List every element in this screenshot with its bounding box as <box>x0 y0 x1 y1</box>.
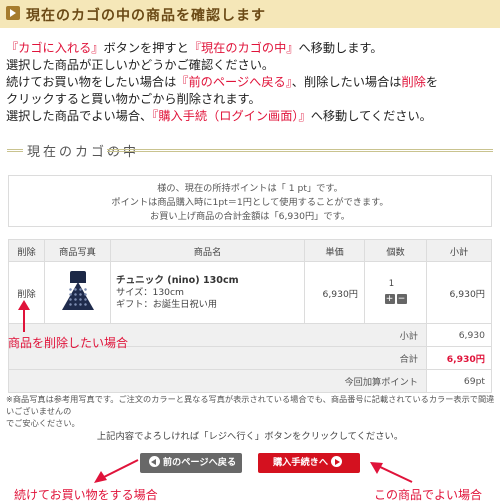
points-row: 今回加算ポイント 69pt <box>8 369 492 393</box>
page-header: 現在のカゴの中の商品を確認します <box>0 0 500 28</box>
product-photo[interactable] <box>58 269 98 313</box>
quantity-stepper: + − <box>365 293 426 304</box>
points-info-box: 様の、現在の所持ポイントは「 1 pt」です。 ポイントは商品購入時に1pt＝1… <box>8 175 492 227</box>
added-points-label: 今回加算ポイント <box>8 369 427 393</box>
back-button[interactable]: 前のページへ戻る <box>140 453 242 473</box>
arrow-shaft <box>101 459 139 479</box>
intro-text-3a: 続けてお買い物をしたい場合は <box>6 75 177 89</box>
qty-plus-button[interactable]: + <box>384 293 395 304</box>
intro-text-4: クリックすると買い物かごから削除されます。 <box>6 92 261 106</box>
arrow-shaft <box>377 465 413 483</box>
intro-cart-add-label: 『カゴに入れる』 <box>6 41 104 55</box>
col-header-subtotal: 小計 <box>426 239 492 262</box>
col-header-photo: 商品写真 <box>44 239 111 262</box>
intro-text-5a: 選択した商品でよい場合、 <box>6 109 153 123</box>
qty-cell: 1 + − <box>364 261 427 324</box>
intro-text-1b: ボタンを押すと <box>103 41 189 55</box>
arrow-head <box>18 300 30 310</box>
intro-text-5c: へ移動してください。 <box>310 109 432 123</box>
heading-rule-left <box>7 149 23 152</box>
checkout-button-label: 購入手続きへ <box>272 457 329 468</box>
ok-annotation-arrow <box>370 462 413 483</box>
page-title: 現在のカゴの中の商品を確認します <box>26 8 266 24</box>
qty-minus-button[interactable]: − <box>396 293 407 304</box>
confirm-instruction: 上記内容でよろしければ「レジへ行く」ボタンをクリックしてください。 <box>96 431 404 442</box>
col-header-price: 単価 <box>304 239 365 262</box>
product-gift: ギフト：お誕生日祝い用 <box>116 298 218 310</box>
photo-note: ※商品写真は参考用写真です。ご注文のカラーと異なる写真が表示されている場合でも、… <box>6 393 496 429</box>
intro-text-3e: を <box>425 75 439 89</box>
unit-price: 6,930円 <box>304 261 365 324</box>
continue-annotation: 続けてお買い物をする場合 <box>14 488 158 501</box>
arrow-right-icon <box>331 456 343 467</box>
total-value: 6,930円 <box>426 346 492 370</box>
subtotal-value: 6,930 <box>426 323 492 347</box>
dress-pattern <box>67 287 88 307</box>
intro-current-cart-label: 『現在のカゴの中』 <box>188 41 299 55</box>
col-header-name: 商品名 <box>110 239 305 262</box>
section-heading: 現在のカゴの中 <box>7 139 493 161</box>
table-row: 削除 チュニック (nino) 130cm サイズ：130cm ギフト：お誕生日… <box>8 261 492 324</box>
product-name[interactable]: チュニック (nino) 130cm <box>116 275 304 287</box>
points-line-2: ポイントは商品購入時に1pt＝1円として使用することができます。 <box>111 197 389 208</box>
checkout-button[interactable]: 購入手続きへ <box>258 453 360 473</box>
back-button-label: 前のページへ戻る <box>162 457 237 468</box>
item-subtotal: 6,930円 <box>426 261 492 324</box>
col-header-delete: 削除 <box>8 239 45 262</box>
photo-cell <box>44 261 111 324</box>
intro-text-3c: 、削除したい場合は <box>291 75 402 89</box>
quantity-value: 1 <box>388 278 395 289</box>
cart-table: 削除 商品写真 商品名 単価 個数 小計 削除 チュニック (nino) 130… <box>8 239 492 393</box>
play-icon <box>6 6 20 20</box>
dress-top <box>69 271 86 283</box>
product-size: サイズ：130cm <box>116 286 185 298</box>
name-cell: チュニック (nino) 130cm サイズ：130cm ギフト：お誕生日祝い用 <box>110 261 305 324</box>
intro-text: 『カゴに入れる』ボタンを押すと『現在のカゴの中』へ移動します。 選択した商品が正… <box>6 40 496 125</box>
ok-annotation: この商品でよい場合 <box>374 488 483 501</box>
delete-annotation: 商品を削除したい場合 <box>8 336 129 350</box>
intro-text-1d: へ移動します。 <box>298 41 383 55</box>
col-header-qty: 個数 <box>364 239 427 262</box>
intro-text-2: 選択した商品が正しいかどうかご確認ください。 <box>6 58 275 72</box>
heading-rule-right <box>107 149 493 152</box>
table-header-row: 削除 商品写真 商品名 単価 個数 小計 <box>8 239 492 262</box>
arrow-left-icon <box>148 456 160 467</box>
intro-delete-label: 削除 <box>401 75 426 89</box>
delete-link[interactable]: 削除 <box>17 289 35 300</box>
points-line-1: 様の、現在の所持ポイントは「 1 pt」です。 <box>157 183 343 194</box>
continue-annotation-arrow <box>94 459 139 483</box>
added-points-value: 69pt <box>426 369 492 393</box>
delete-annotation-arrow <box>18 300 30 332</box>
intro-back-label: 『前のページへ戻る』 <box>176 75 292 89</box>
intro-checkout-label: 『購入手続（ログイン画面）』 <box>152 109 311 123</box>
points-line-3: お買い上げ商品の合計金額は「6,930円」です。 <box>150 211 350 222</box>
note-line-1: ※商品写真は参考用写真です。ご注文のカラーと異なる写真が表示されている場合でも、… <box>6 394 495 416</box>
